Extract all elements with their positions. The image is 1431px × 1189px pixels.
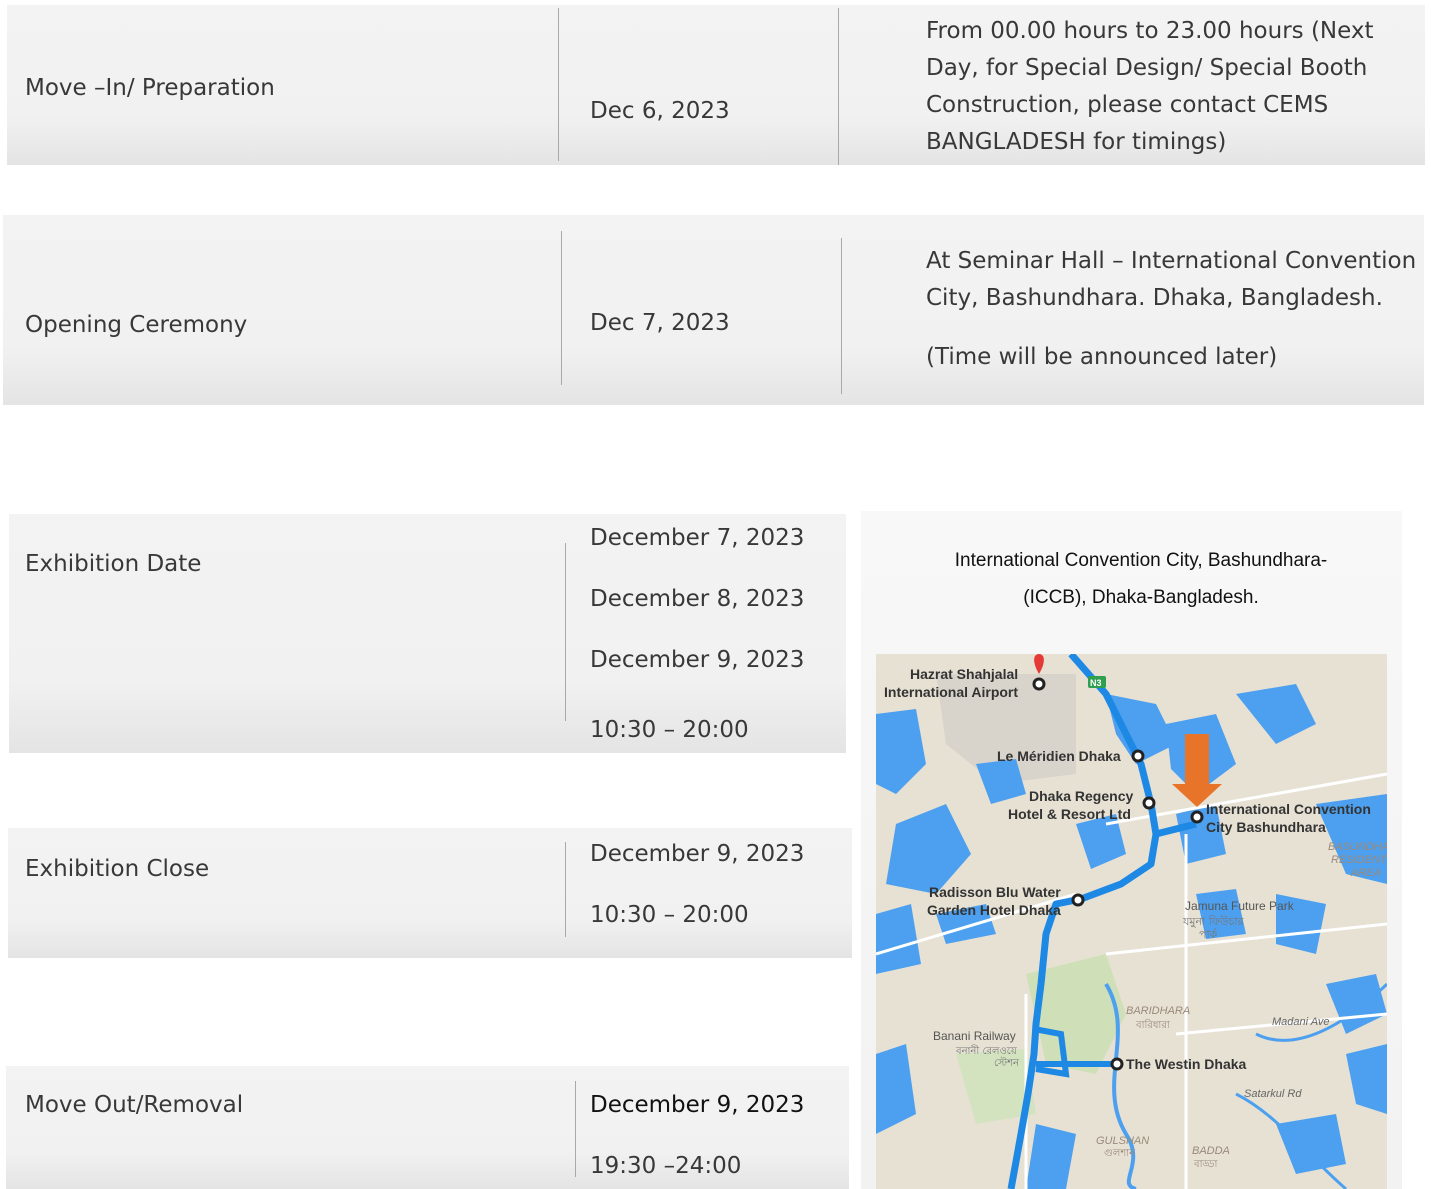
jamuna-label: Jamuna Future Park [1185, 899, 1295, 913]
exhibition-date-3: December 9, 2023 [590, 647, 805, 673]
divider [841, 238, 842, 394]
move-in-label: Move –In/ Preparation [25, 75, 275, 101]
note-line: BANGLADESH for timings) [926, 129, 1227, 155]
opening-date: Dec 7, 2023 [590, 310, 730, 336]
divider [558, 8, 559, 161]
satarkul-label: Satarkul Rd [1244, 1088, 1302, 1100]
exhibition-date-2: December 8, 2023 [590, 586, 805, 612]
exhibition-time: 10:30 – 20:00 [590, 717, 749, 743]
venue-title: International Convention City, Bashundha… [921, 542, 1361, 616]
divider [575, 1081, 576, 1177]
move-out-label: Move Out/Removal [25, 1092, 244, 1118]
opening-note-line: At Seminar Hall – International Conventi… [926, 248, 1417, 274]
area-label: RESIDENTI [1331, 854, 1387, 866]
gulshan-label-bn: গুলশান [1104, 1148, 1136, 1159]
baridhara-label-bn: বারিধারা [1135, 1019, 1171, 1031]
divider [838, 8, 839, 165]
jamuna-label-bn: যমুনা ফিউচার [1182, 915, 1245, 928]
banani-label-bn: স্টেশন [994, 1056, 1020, 1069]
badda-label-bn: বাড্ডা [1193, 1159, 1219, 1170]
road-badge-text: N3 [1090, 678, 1102, 688]
baridhara-label: BARIDHARA [1126, 1005, 1190, 1017]
badda-label: BADDA [1192, 1145, 1230, 1157]
exhibition-date-label: Exhibition Date [25, 551, 202, 577]
venue-panel: International Convention City, Bashundha… [861, 511, 1402, 1189]
venue-title-line: International Convention City, Bashundha… [954, 550, 1328, 571]
divider [565, 842, 566, 937]
area-label: BASUNDHA [1328, 841, 1387, 853]
radisson-label: Garden Hotel Dhaka [927, 902, 1061, 918]
jamuna-label-bn: পার্ক [1199, 928, 1218, 941]
exhibition-close-date: December 9, 2023 [590, 841, 805, 867]
divider [561, 231, 562, 385]
move-out-date: December 9, 2023 [590, 1092, 805, 1118]
banani-label-bn: বনানী রেলওয়ে [955, 1044, 1018, 1057]
opening-note-time: (Time will be announced later) [926, 344, 1278, 370]
iccb-label: International Convention [1206, 801, 1371, 817]
airport-label: Hazrat Shahjalal [910, 666, 1018, 682]
opening-note-line: City, Bashundhara. Dhaka, Bangladesh. [926, 285, 1383, 311]
madani-label: Madani Ave [1272, 1016, 1329, 1028]
opening-label: Opening Ceremony [25, 312, 248, 338]
banani-label: Banani Railway [933, 1029, 1016, 1043]
meridien-label: Le Méridien Dhaka [997, 748, 1121, 764]
airport-label: International Airport [884, 684, 1018, 700]
iccb-label: City Bashundhara [1206, 819, 1326, 835]
exhibition-close-time: 10:30 – 20:00 [590, 902, 749, 928]
divider [565, 543, 566, 721]
note-line: From 00.00 hours to 23.00 hours (Next [926, 18, 1374, 44]
move-in-date: Dec 6, 2023 [590, 98, 730, 124]
gulshan-label: GULSHAN [1096, 1135, 1149, 1147]
venue-map[interactable]: N3 Hazrat Shahjalal International Airpor… [876, 654, 1387, 1189]
exhibition-date-1: December 7, 2023 [590, 525, 805, 551]
note-line: Day, for Special Design/ Special Booth [926, 55, 1368, 81]
regency-label: Hotel & Resort Ltd [1008, 806, 1131, 822]
westin-label: The Westin Dhaka [1126, 1056, 1247, 1072]
area-label: AREA [1350, 867, 1381, 879]
radisson-label: Radisson Blu Water [929, 884, 1061, 900]
exhibition-close-label: Exhibition Close [25, 856, 210, 882]
regency-label: Dhaka Regency [1029, 788, 1133, 804]
move-in-note: From 00.00 hours to 23.00 hours (Next Da… [926, 13, 1374, 161]
map-canvas: N3 Hazrat Shahjalal International Airpor… [876, 654, 1387, 1189]
move-out-time: 19:30 –24:00 [590, 1153, 742, 1179]
venue-title-line: (ICCB), Dhaka-Bangladesh. [1023, 587, 1259, 608]
note-line: Construction, please contact CEMS [926, 92, 1329, 118]
